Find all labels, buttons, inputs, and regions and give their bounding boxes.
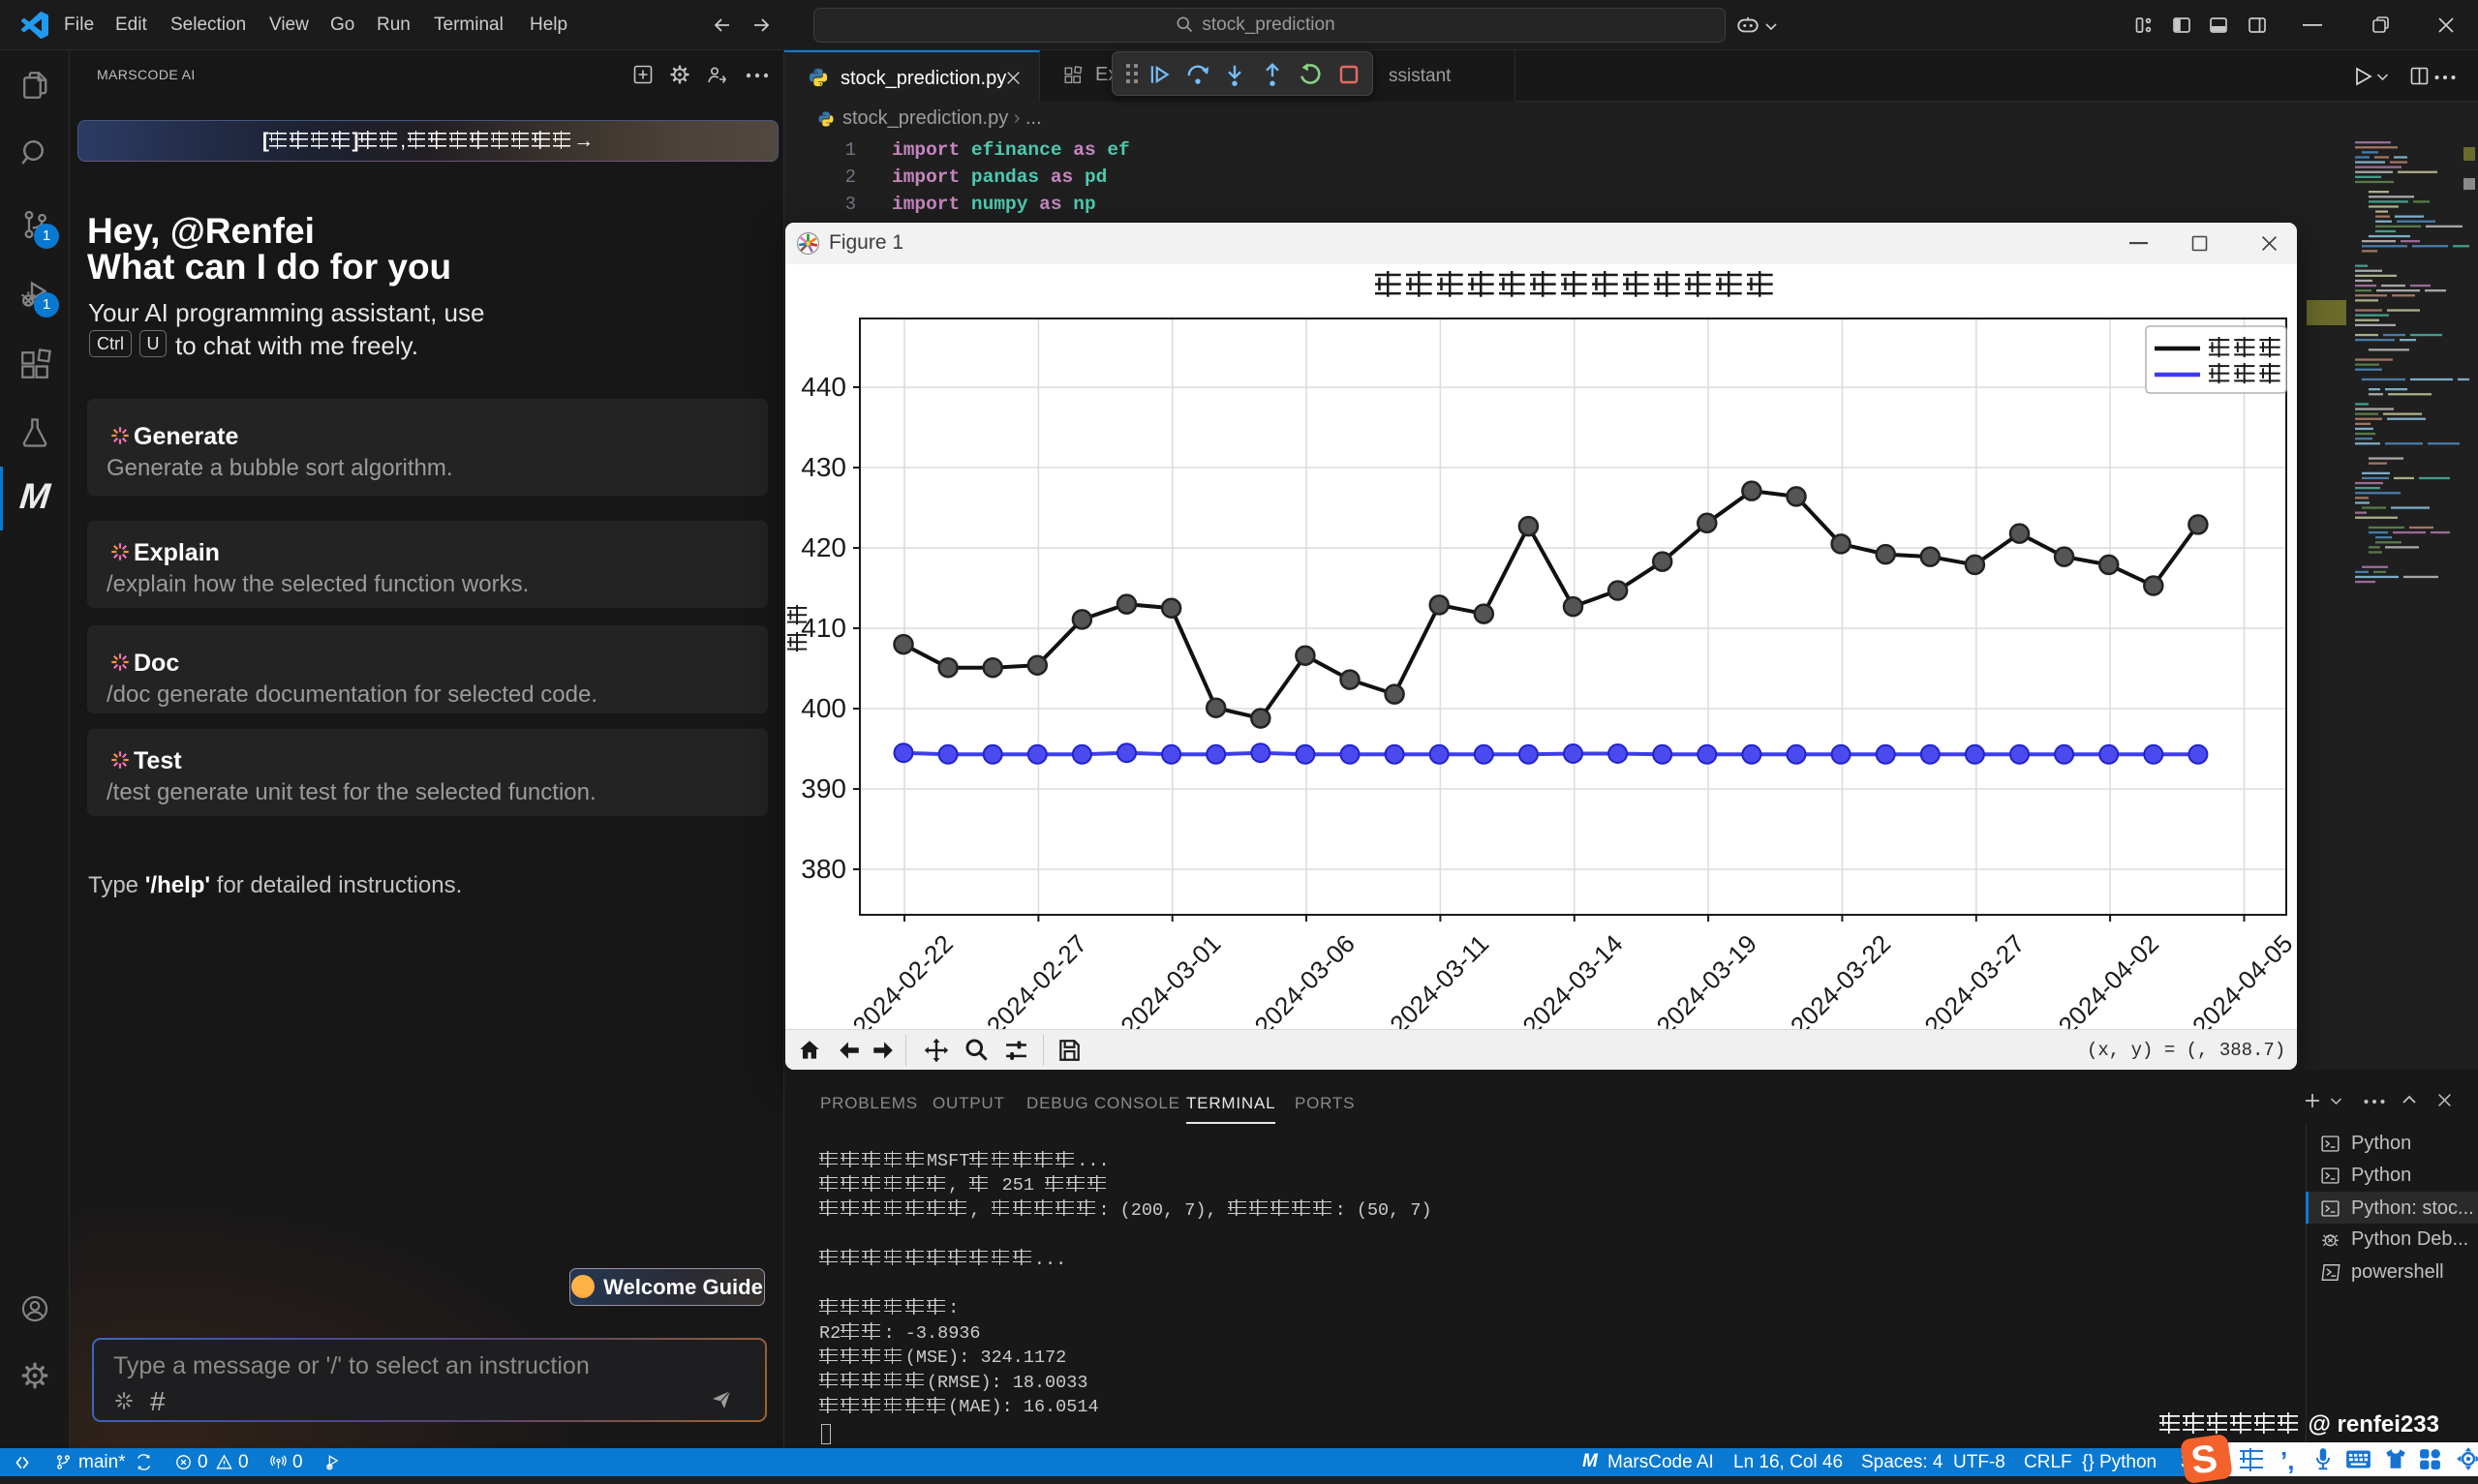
svg-text:2024-02-22: 2024-02-22 — [847, 929, 959, 1029]
svg-text:2024-03-14: 2024-03-14 — [1516, 929, 1628, 1029]
svg-text:420: 420 — [801, 532, 846, 562]
svg-text:2024-04-02: 2024-04-02 — [2053, 929, 2164, 1029]
svg-text:2024-03-06: 2024-03-06 — [1249, 929, 1361, 1029]
svg-text:2024-02-27: 2024-02-27 — [981, 929, 1092, 1029]
svg-text:2024-03-27: 2024-03-27 — [1918, 929, 2030, 1029]
svg-text:2024-03-19: 2024-03-19 — [1651, 929, 1762, 1029]
svg-text:2024-03-01: 2024-03-01 — [1115, 929, 1226, 1029]
svg-text:440: 440 — [801, 372, 846, 402]
svg-text:430: 430 — [801, 452, 846, 482]
svg-text:2024-03-11: 2024-03-11 — [1384, 929, 1494, 1029]
svg-text:410: 410 — [801, 613, 846, 643]
svg-text:400: 400 — [801, 693, 846, 723]
svg-text:2024-04-05: 2024-04-05 — [2187, 929, 2297, 1029]
svg-text:2024-03-22: 2024-03-22 — [1785, 929, 1896, 1029]
svg-text:380: 380 — [801, 854, 846, 884]
svg-text:390: 390 — [801, 773, 846, 803]
